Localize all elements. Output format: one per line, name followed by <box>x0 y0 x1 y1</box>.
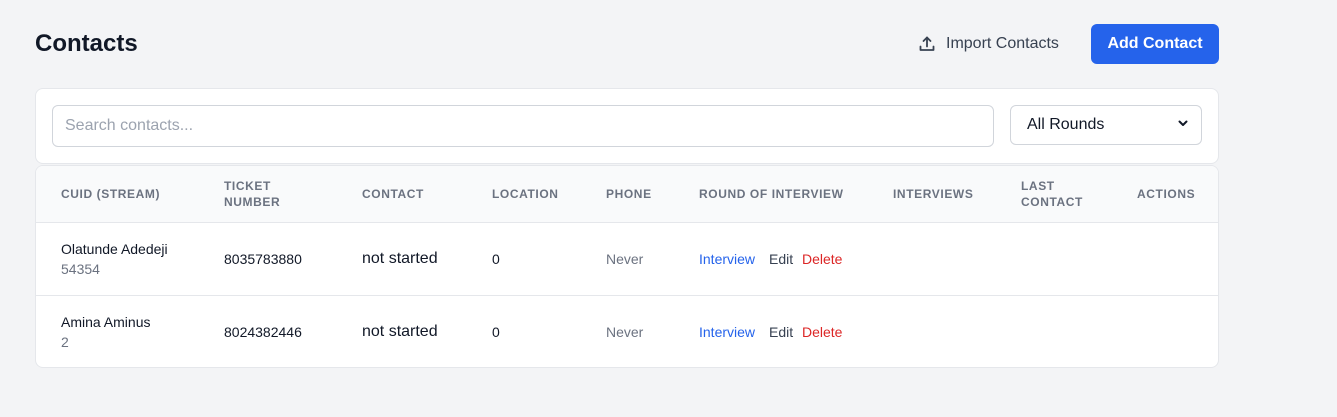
import-contacts-button[interactable]: Import Contacts <box>910 26 1067 62</box>
column-header-cuid: CUID (STREAM) <box>61 187 161 201</box>
chevron-down-icon <box>1177 116 1189 134</box>
interview-link[interactable]: Interview <box>699 324 755 340</box>
column-header-phone: PHONE <box>606 187 652 201</box>
column-header-actions: ACTIONS <box>1137 187 1196 201</box>
column-header-ticket-line1: TICKET <box>224 179 271 193</box>
edit-link[interactable]: Edit <box>769 251 793 267</box>
add-contact-button[interactable]: Add Contact <box>1091 24 1219 64</box>
column-header-last-contact-line1: LAST <box>1021 179 1055 193</box>
column-header-ticket-line2: NUMBER <box>224 195 281 209</box>
location-value: 0 <box>492 324 500 340</box>
contact-stream: 2 <box>61 334 69 350</box>
column-header-last-contact: LAST CONTACT <box>1021 178 1083 210</box>
ticket-number: 8024382446 <box>224 324 302 340</box>
delete-link[interactable]: Delete <box>802 324 842 340</box>
contact-stream: 54354 <box>61 261 100 277</box>
phone-value: Never <box>606 324 644 340</box>
contact-name: Amina Aminus <box>61 314 151 330</box>
delete-link[interactable]: Delete <box>802 251 842 267</box>
page-title: Contacts <box>35 30 138 57</box>
column-header-last-contact-line2: CONTACT <box>1021 195 1083 209</box>
phone-value: Never <box>606 251 644 267</box>
column-header-interviews: INTERVIEWS <box>893 187 974 201</box>
contact-status: not started <box>362 323 438 340</box>
upload-icon <box>918 35 936 53</box>
search-input[interactable] <box>52 105 994 147</box>
column-header-location: LOCATION <box>492 187 559 201</box>
round-select[interactable]: All Rounds <box>1010 105 1202 145</box>
table-row: Amina Aminus 2 8024382446 not started 0 … <box>36 296 1218 367</box>
table-row: Olatunde Adedeji 54354 8035783880 not st… <box>36 223 1218 296</box>
column-header-contact: CONTACT <box>362 187 424 201</box>
interview-link[interactable]: Interview <box>699 251 755 267</box>
import-contacts-label: Import Contacts <box>946 35 1059 52</box>
column-header-round: ROUND OF INTERVIEW <box>699 187 844 201</box>
ticket-number: 8035783880 <box>224 251 302 267</box>
round-select-value: All Rounds <box>1027 116 1105 133</box>
contact-status: not started <box>362 250 438 267</box>
column-header-ticket: TICKET NUMBER <box>224 178 280 210</box>
table-header: CUID (STREAM) TICKET NUMBER CONTACT LOCA… <box>36 166 1218 223</box>
contacts-table: CUID (STREAM) TICKET NUMBER CONTACT LOCA… <box>35 165 1219 368</box>
location-value: 0 <box>492 251 500 267</box>
edit-link[interactable]: Edit <box>769 324 793 340</box>
contact-name: Olatunde Adedeji <box>61 241 168 257</box>
filter-card: All Rounds <box>35 88 1219 164</box>
